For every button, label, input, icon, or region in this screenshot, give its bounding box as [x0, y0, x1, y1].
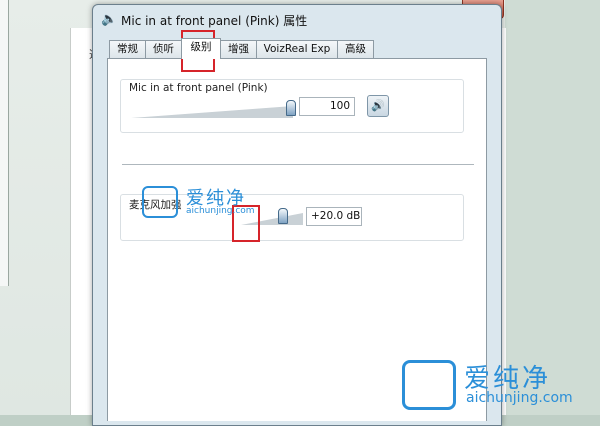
panel-separator [122, 164, 474, 165]
mic-level-label: Mic in at front panel (Pink) [129, 82, 268, 94]
mute-button[interactable]: 🔊 [367, 95, 389, 117]
background-right-panel [505, 0, 600, 415]
highlight-box-boost-slider [232, 205, 260, 242]
mic-boost-group: 麦克风加强 +20.0 dB [120, 194, 464, 241]
dialog-titlebar[interactable]: 🔈 Mic in at front panel (Pink) 属性 [93, 5, 501, 33]
mic-boost-value[interactable]: +20.0 dB [306, 207, 362, 226]
mic-level-slider-track[interactable] [131, 106, 293, 118]
dialog-title: Mic in at front panel (Pink) 属性 [121, 14, 308, 28]
mic-level-value[interactable]: 100 [299, 97, 355, 116]
mic-level-slider-thumb[interactable] [286, 100, 296, 116]
tab-general[interactable]: 常规 [109, 40, 146, 58]
tab-levels[interactable]: 级别 [181, 38, 221, 59]
properties-dialog: 🔈 Mic in at front panel (Pink) 属性 常规 侦听 … [92, 4, 502, 426]
mic-level-group: Mic in at front panel (Pink) 100 🔊 [120, 79, 464, 133]
background-left-edge [0, 0, 9, 286]
speaker-icon: 🔈 [101, 12, 118, 27]
speaker-volume-icon: 🔊 [371, 99, 385, 112]
mic-boost-slider-thumb[interactable] [277, 208, 288, 224]
tab-listen[interactable]: 侦听 [145, 40, 182, 58]
tab-voizreal[interactable]: VoizReal Exp [256, 40, 338, 58]
mic-boost-label: 麦克风加强 [129, 199, 182, 211]
levels-panel: Mic in at front panel (Pink) 100 🔊 麦克风加强… [107, 58, 487, 421]
tab-advanced[interactable]: 高级 [337, 40, 374, 58]
tab-enhancements[interactable]: 增强 [220, 40, 257, 58]
